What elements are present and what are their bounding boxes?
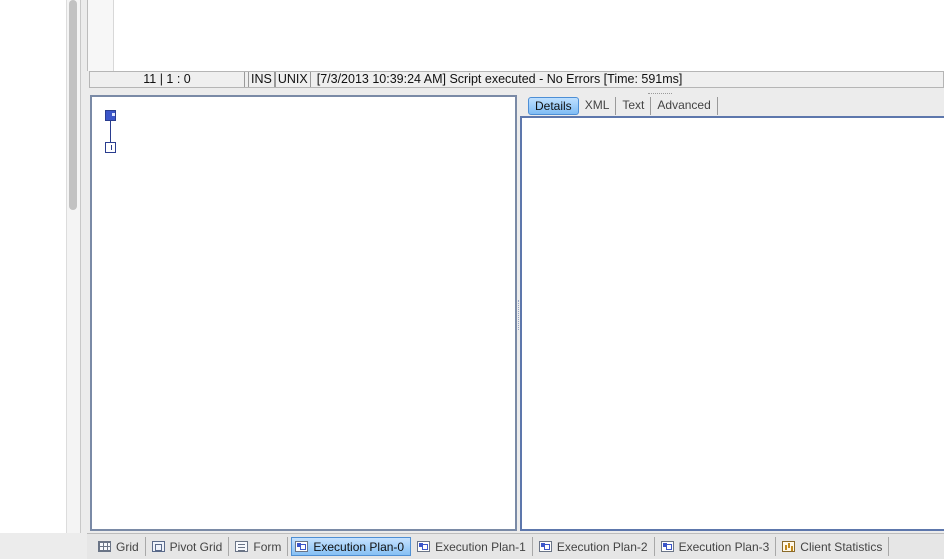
execution-plan-diagram[interactable]: [90, 95, 517, 531]
client-statistics-icon: [782, 541, 796, 552]
tab-grid[interactable]: Grid: [95, 537, 146, 556]
tab-form[interactable]: Form: [232, 537, 289, 556]
grid-icon: [98, 541, 111, 552]
tab-details[interactable]: Details: [528, 97, 579, 115]
plan-child-node-icon[interactable]: [105, 142, 116, 153]
tab-execution-plan-3-label: Execution Plan-3: [678, 539, 770, 554]
plan-root-node-icon[interactable]: [105, 110, 116, 121]
tab-execution-plan-0[interactable]: Execution Plan-0: [291, 537, 412, 556]
execution-plan-icon: [538, 541, 552, 552]
details-content-area: [520, 116, 944, 531]
result-tab-bar: Grid Pivot Grid Form Execution Plan-0 Ex…: [87, 533, 944, 559]
pivot-grid-icon: [151, 541, 165, 552]
sql-editor[interactable]: [87, 0, 944, 71]
tab-form-label: Form: [253, 539, 282, 554]
tab-grid-label: Grid: [116, 539, 139, 554]
tab-xml[interactable]: XML: [579, 97, 617, 115]
editor-status-bar: 11 | 1 : 0 INS UNIX [7/3/2013 10:39:24 A…: [89, 71, 944, 88]
form-icon: [235, 541, 249, 552]
execution-plan-icon: [417, 541, 431, 552]
line-ending-indicator[interactable]: UNIX: [274, 72, 311, 87]
app-window: 11 | 1 : 0 INS UNIX [7/3/2013 10:39:24 A…: [0, 0, 944, 559]
execution-plan-icon: [295, 541, 309, 552]
tab-execution-plan-2-label: Execution Plan-2: [556, 539, 648, 554]
tab-client-statistics-label: Client Statistics: [800, 539, 883, 554]
tab-pivot-grid-label: Pivot Grid: [169, 539, 223, 554]
tab-execution-plan-1[interactable]: Execution Plan-1: [414, 537, 533, 556]
tab-pivot-grid[interactable]: Pivot Grid: [149, 537, 230, 556]
plan-details-panel: Details XML Text Advanced: [520, 93, 944, 531]
scrollbar-thumb[interactable]: [69, 0, 77, 210]
tab-execution-plan-2[interactable]: Execution Plan-2: [536, 537, 655, 556]
tab-advanced[interactable]: Advanced: [651, 97, 718, 115]
tab-text[interactable]: Text: [616, 97, 652, 115]
cursor-position: 11 | 1 : 0: [90, 72, 245, 87]
plan-node-connector: [110, 121, 111, 142]
details-resize-grip[interactable]: [648, 93, 672, 95]
line-number-gutter: [88, 0, 114, 71]
tab-execution-plan-1-label: Execution Plan-1: [435, 539, 526, 554]
insert-mode-indicator[interactable]: INS: [248, 72, 275, 87]
tab-client-statistics[interactable]: Client Statistics: [779, 537, 890, 556]
execution-status-message: [7/3/2013 10:39:24 AM] Script executed -…: [316, 72, 683, 86]
details-tab-bar: Details XML Text Advanced: [528, 97, 718, 115]
tab-execution-plan-3[interactable]: Execution Plan-3: [658, 537, 777, 556]
execution-plan-icon: [660, 541, 674, 552]
tab-execution-plan-0-label: Execution Plan-0: [313, 539, 405, 554]
